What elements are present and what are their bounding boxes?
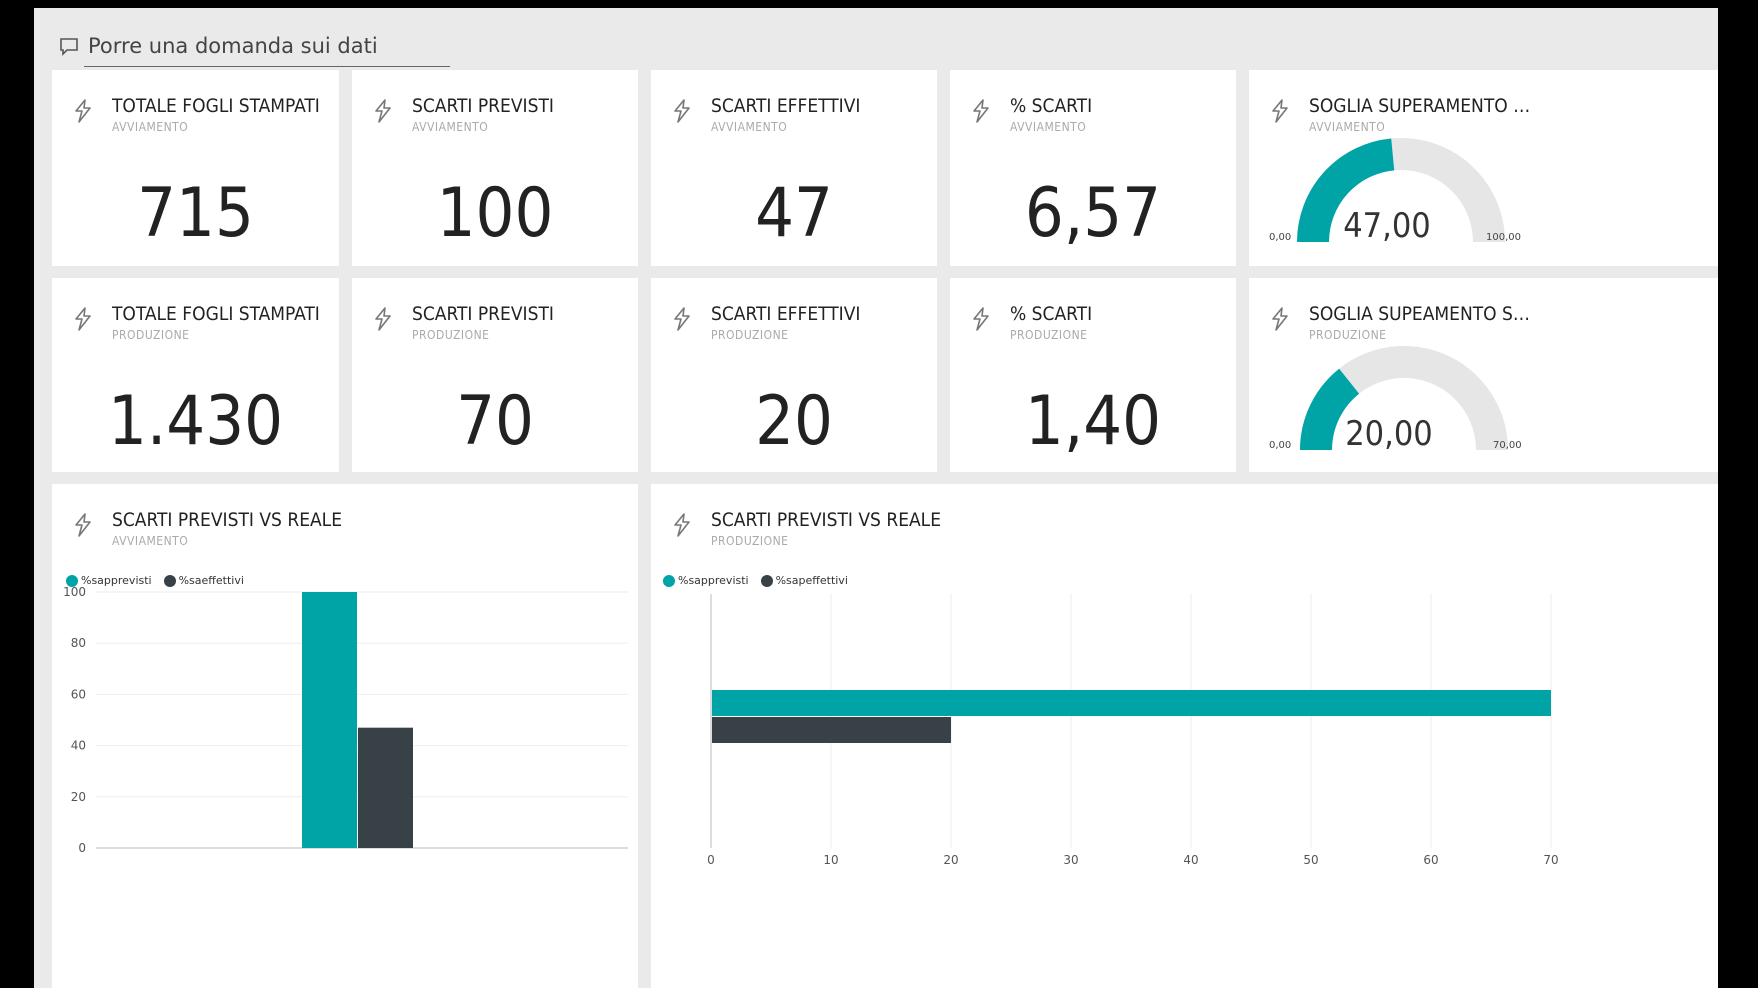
tile-title: SCARTI EFFETTIVI: [711, 303, 861, 325]
pin-icon[interactable]: [671, 98, 693, 124]
gauge-value: 47,00: [1343, 206, 1431, 246]
kpi-value: 715: [137, 174, 254, 253]
pin-icon[interactable]: [72, 306, 94, 332]
tile-subtitle: PRODUZIONE: [1010, 328, 1088, 342]
bar-previsti[interactable]: [712, 690, 1551, 716]
tile-subtitle: AVVIAMENTO: [112, 120, 189, 134]
x-tick-label: 30: [1063, 853, 1078, 867]
x-tick-label: 70: [1543, 853, 1558, 867]
kpi-value: 20: [755, 382, 833, 461]
tile-subtitle: AVVIAMENTO: [412, 120, 489, 134]
x-tick-label: 20: [943, 853, 958, 867]
dashboard-canvas: Porre una domanda sui dati TOTALE FOGLI …: [34, 8, 1718, 988]
tile-percent-scarti-avviamento[interactable]: % SCARTI AVVIAMENTO 6,57: [950, 70, 1236, 266]
tile-gauge-produzione[interactable]: SOGLIA SUPEAMENTO SCARTI PRODUZIONE 20,00…: [1249, 278, 1718, 472]
x-tick-label: 60: [1423, 853, 1438, 867]
tile-subtitle: AVVIAMENTO: [711, 120, 788, 134]
pin-icon[interactable]: [671, 306, 693, 332]
tile-totale-fogli-produzione[interactable]: TOTALE FOGLI STAMPATI PRODUZIONE 1.430: [52, 278, 339, 472]
gauge-min-label: 0,00: [1269, 232, 1292, 243]
tile-subtitle: AVVIAMENTO: [1010, 120, 1087, 134]
tile-title: % SCARTI: [1010, 303, 1093, 325]
pin-icon[interactable]: [970, 98, 992, 124]
tile-chart-produzione[interactable]: SCARTI PREVISTI VS REALE PRODUZIONE %sapp…: [651, 484, 1718, 988]
x-tick-label: 0: [707, 853, 715, 867]
tile-title: SCARTI PREVISTI: [412, 303, 554, 325]
tile-title: % SCARTI: [1010, 95, 1093, 117]
kpi-value: 1.430: [107, 382, 284, 461]
pin-icon[interactable]: [372, 306, 394, 332]
pin-icon[interactable]: [970, 306, 992, 332]
y-tick-label: 0: [78, 841, 86, 855]
qa-box[interactable]: Porre una domanda sui dati: [58, 24, 458, 68]
tile-gauge-avviamento[interactable]: SOGLIA SUPERAMENTO SCARTIAVVIAMENTO 47,0…: [1249, 70, 1718, 266]
y-tick-label: 20: [71, 790, 86, 804]
pin-icon[interactable]: [72, 98, 94, 124]
bar-chart-vertical: 0 20 40 60 80 100: [63, 585, 628, 855]
pin-icon[interactable]: [372, 98, 394, 124]
kpi-value: 1,40: [1024, 382, 1162, 461]
tile-percent-scarti-produzione[interactable]: % SCARTI PRODUZIONE 1,40: [950, 278, 1236, 472]
bar-effettivi[interactable]: [712, 717, 951, 743]
gauge-max-label: 70,00: [1493, 440, 1522, 451]
qa-input[interactable]: Porre una domanda sui dati: [88, 34, 378, 58]
tile-scarti-effettivi-avviamento[interactable]: SCARTI EFFETTIVI AVVIAMENTO 47: [651, 70, 937, 266]
tile-scarti-effettivi-produzione[interactable]: SCARTI EFFETTIVI PRODUZIONE 20: [651, 278, 937, 472]
kpi-value: 100: [436, 174, 554, 253]
tile-subtitle: PRODUZIONE: [711, 328, 789, 342]
tile-subtitle: PRODUZIONE: [112, 328, 190, 342]
kpi-value: 70: [456, 382, 534, 461]
tile-totale-fogli-avviamento[interactable]: TOTALE FOGLI STAMPATI AVVIAMENTO 715: [52, 70, 339, 266]
gauge-value: 20,00: [1345, 414, 1433, 454]
y-tick-label: 40: [71, 739, 86, 753]
kpi-value: 6,57: [1024, 174, 1162, 253]
kpi-value: 47: [755, 174, 833, 253]
x-tick-label: 40: [1183, 853, 1198, 867]
bar-effettivi[interactable]: [358, 727, 413, 848]
y-tick-label: 80: [71, 636, 86, 650]
y-tick-label: 60: [71, 687, 86, 701]
y-tick-label: 100: [63, 585, 86, 599]
tile-subtitle: PRODUZIONE: [412, 328, 490, 342]
tile-scarti-previsti-avviamento[interactable]: SCARTI PREVISTI AVVIAMENTO 100: [352, 70, 638, 266]
tile-chart-avviamento[interactable]: SCARTI PREVISTI VS REALE AVVIAMENTO %sapp…: [52, 484, 638, 988]
tile-title: TOTALE FOGLI STAMPATI: [112, 303, 320, 325]
chat-bubble-icon: [60, 38, 78, 56]
tile-title: SCARTI EFFETTIVI: [711, 95, 861, 117]
bar-previsti[interactable]: [302, 592, 357, 848]
qa-underline: [84, 66, 450, 67]
gauge-max-label: 100,00: [1486, 232, 1521, 243]
tile-scarti-previsti-produzione[interactable]: SCARTI PREVISTI PRODUZIONE 70: [352, 278, 638, 472]
tile-title: SCARTI PREVISTI: [412, 95, 554, 117]
tile-title: TOTALE FOGLI STAMPATI: [112, 95, 320, 117]
gauge-min-label: 0,00: [1269, 440, 1292, 451]
x-tick-label: 10: [823, 853, 838, 867]
bar-chart-horizontal: 0 10 20 30 40 50 60 70: [707, 594, 1559, 867]
x-tick-label: 50: [1303, 853, 1318, 867]
